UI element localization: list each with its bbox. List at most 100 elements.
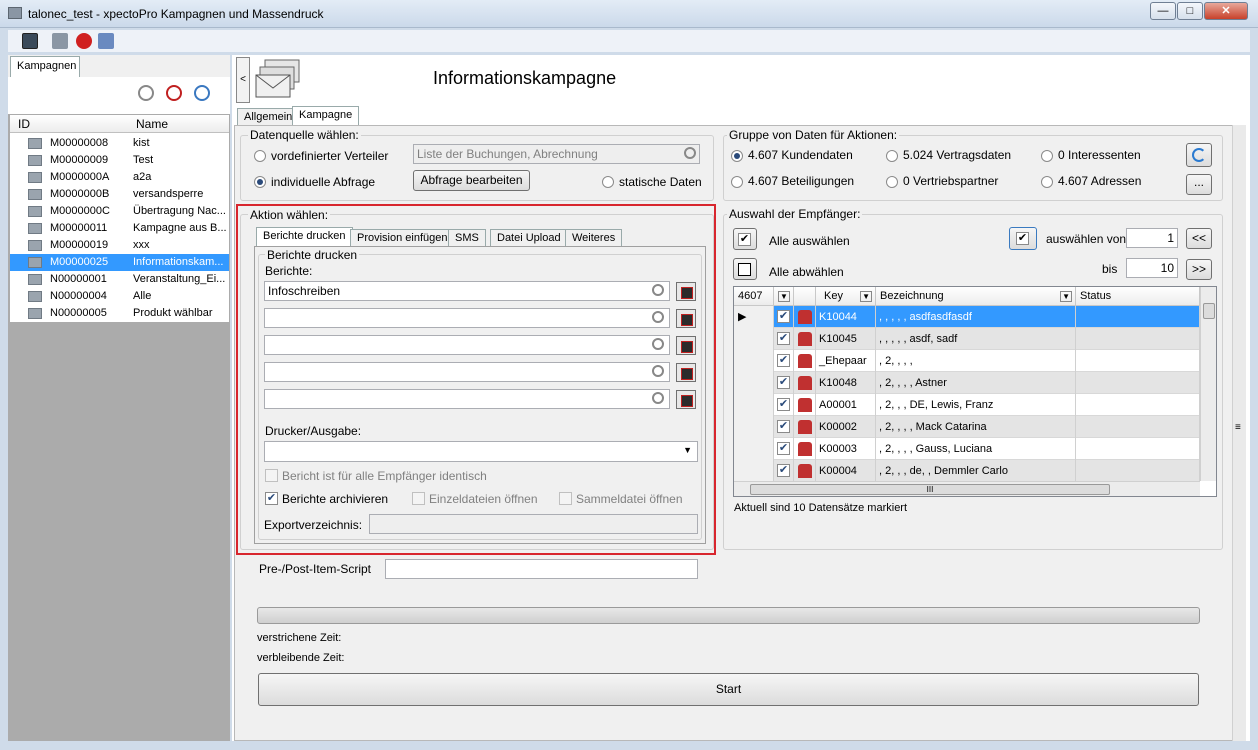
row-checkbox[interactable]: ✔	[777, 420, 790, 433]
list-item[interactable]: N00000001 Veranstaltung_Ei...	[10, 271, 229, 288]
list-item[interactable]: M00000008 kist	[10, 135, 229, 152]
radio-adressen-label: 4.607 Adressen	[1058, 174, 1142, 188]
hscroll-thumb[interactable]: III	[750, 484, 1110, 495]
clear-search-icon[interactable]	[166, 85, 182, 101]
von-input[interactable]: 1	[1126, 228, 1178, 248]
datenquelle-label: Datenquelle wählen:	[248, 128, 361, 142]
start-button[interactable]: Start	[258, 673, 1199, 706]
gruppe-label: Gruppe von Daten für Aktionen:	[727, 128, 900, 142]
list-item[interactable]: N00000004 Alle	[10, 288, 229, 305]
row-checkbox[interactable]: ✔	[777, 398, 790, 411]
save-icon[interactable]	[22, 33, 38, 49]
bis-input[interactable]: 10	[1126, 258, 1178, 278]
list-item[interactable]: M0000000C Übertragung Nac...	[10, 203, 229, 220]
prev-button[interactable]: <<	[1186, 228, 1212, 249]
grid-vscrollbar[interactable]	[1200, 287, 1216, 481]
row-checkbox-cell[interactable]: ✔	[774, 328, 794, 350]
row-checkbox[interactable]: ✔	[777, 310, 790, 323]
row-checkbox-cell[interactable]: ✔	[774, 394, 794, 416]
maximize-button[interactable]: □	[1177, 2, 1203, 20]
table-row[interactable]: ✔ K10045 , , , , , asdf, sadf	[734, 328, 1200, 350]
search-icon[interactable]	[684, 147, 696, 159]
toolbar	[8, 30, 1250, 52]
grid-check-header[interactable]: ▼	[774, 287, 794, 306]
row-checkbox[interactable]: ✔	[777, 354, 790, 367]
list-item[interactable]: M00000019 xxx	[10, 237, 229, 254]
search-icon[interactable]	[138, 85, 154, 101]
copy-icon[interactable]	[98, 33, 114, 49]
row-checkbox-cell[interactable]: ✔	[774, 460, 794, 482]
radio-abfrage[interactable]	[254, 176, 266, 188]
tab-kampagnen[interactable]: Kampagnen	[10, 56, 80, 77]
more-button[interactable]: ...	[1186, 174, 1212, 195]
col-key[interactable]: Key ▼	[816, 287, 876, 306]
row-checkbox[interactable]: ✔	[777, 464, 790, 477]
gruppe-group	[723, 135, 1223, 201]
row-checkbox-cell[interactable]: ✔	[774, 306, 794, 328]
refresh-button[interactable]	[1186, 143, 1212, 167]
verteiler-dropdown[interactable]: Liste der Buchungen, Abrechnung	[413, 144, 700, 164]
radio-adressen[interactable]	[1041, 176, 1053, 188]
radio-vertragsdaten[interactable]	[886, 150, 898, 162]
row-checkbox-cell[interactable]: ✔	[774, 372, 794, 394]
col-name[interactable]: Name	[136, 117, 168, 131]
script-input[interactable]	[385, 559, 698, 579]
list-item[interactable]: N00000005 Produkt wählbar	[10, 305, 229, 322]
row-checkbox[interactable]: ✔	[777, 332, 790, 345]
radio-beteiligungen-label: 4.607 Beteiligungen	[748, 174, 855, 188]
search-settings-icon[interactable]	[194, 85, 210, 101]
close-button[interactable]: ✕	[1204, 2, 1248, 20]
scroll-thumb[interactable]	[1203, 303, 1215, 319]
table-row[interactable]: ✔ A00001 , 2, , , DE, Lewis, Franz	[734, 394, 1200, 416]
table-row[interactable]: ▶ ✔ K10044 , , , , , asdfasdfasdf	[734, 306, 1200, 328]
list-item[interactable]: M0000000B versandsperre	[10, 186, 229, 203]
table-row[interactable]: ✔ _Ehepaar , 2, , , ,	[734, 350, 1200, 372]
abfrage-bearbeiten-button[interactable]: Abfrage bearbeiten	[413, 170, 530, 191]
campaign-icon	[28, 172, 42, 183]
next-button[interactable]: >>	[1186, 259, 1212, 280]
row-checkbox-cell[interactable]: ✔	[774, 438, 794, 460]
radio-beteiligungen[interactable]	[731, 176, 743, 188]
radio-statisch[interactable]	[602, 176, 614, 188]
minimize-button[interactable]: —	[1150, 2, 1176, 20]
cell-key: _Ehepaar	[816, 350, 876, 372]
table-row[interactable]: ✔ K00002 , 2, , , , Mack Catarina	[734, 416, 1200, 438]
list-item[interactable]: M00000009 Test	[10, 152, 229, 169]
radio-kundendaten[interactable]	[731, 150, 743, 162]
col-status[interactable]: Status	[1076, 287, 1200, 306]
cell-status	[1076, 350, 1200, 372]
campaign-icon	[28, 155, 42, 166]
table-row[interactable]: ✔ K00004 , 2, , , de, , Demmler Carlo	[734, 460, 1200, 482]
alle-abwaehlen-button[interactable]	[733, 258, 757, 280]
list-item[interactable]: M00000011 Kampagne aus B...	[10, 220, 229, 237]
main-vscrollbar[interactable]: ≡	[1232, 125, 1246, 741]
tab-kampagne[interactable]: Kampagne	[292, 106, 360, 126]
table-row[interactable]: ✔ K10048 , 2, , , , Astner	[734, 372, 1200, 394]
list-item-selected[interactable]: M00000025 Informationskam...	[10, 254, 229, 271]
radio-vertriebspartner[interactable]	[886, 176, 898, 188]
grid-hscrollbar[interactable]: III	[734, 481, 1200, 496]
auswaehlen-von-button[interactable]: ✔	[1009, 227, 1037, 250]
table-row[interactable]: ✔ K00003 , 2, , , , Gauss, Luciana	[734, 438, 1200, 460]
chevron-down-icon: ▼	[778, 291, 790, 302]
campaign-list: ID Name M00000008 kist M00000009 Test M000…	[10, 115, 229, 322]
list-item[interactable]: M0000000A a2a	[10, 169, 229, 186]
col-bezeichnung[interactable]: Bezeichnung ▼	[876, 287, 1076, 306]
row-checkbox[interactable]: ✔	[777, 442, 790, 455]
tab-allgemein[interactable]: Allgemein	[237, 108, 300, 126]
row-checkbox-cell[interactable]: ✔	[774, 350, 794, 372]
cell-bezeichnung: , 2, , , , Gauss, Luciana	[876, 438, 1076, 460]
delete-icon[interactable]	[76, 33, 92, 49]
cell-bezeichnung: , 2, , , , Mack Catarina	[876, 416, 1076, 438]
selection-status: Aktuell sind 10 Datensätze markiert	[734, 502, 908, 514]
cell-bezeichnung: , 2, , , DE, Lewis, Franz	[876, 394, 1076, 416]
row-checkbox[interactable]: ✔	[777, 376, 790, 389]
radio-interessenten[interactable]	[1041, 150, 1053, 162]
refresh-icon[interactable]	[52, 33, 68, 49]
alle-auswaehlen-button[interactable]: ✔	[733, 228, 757, 250]
collapse-button[interactable]: <	[236, 57, 250, 103]
row-checkbox-cell[interactable]: ✔	[774, 416, 794, 438]
radio-verteiler[interactable]	[254, 150, 266, 162]
campaign-icon	[28, 206, 42, 217]
col-id[interactable]: ID	[18, 117, 30, 131]
